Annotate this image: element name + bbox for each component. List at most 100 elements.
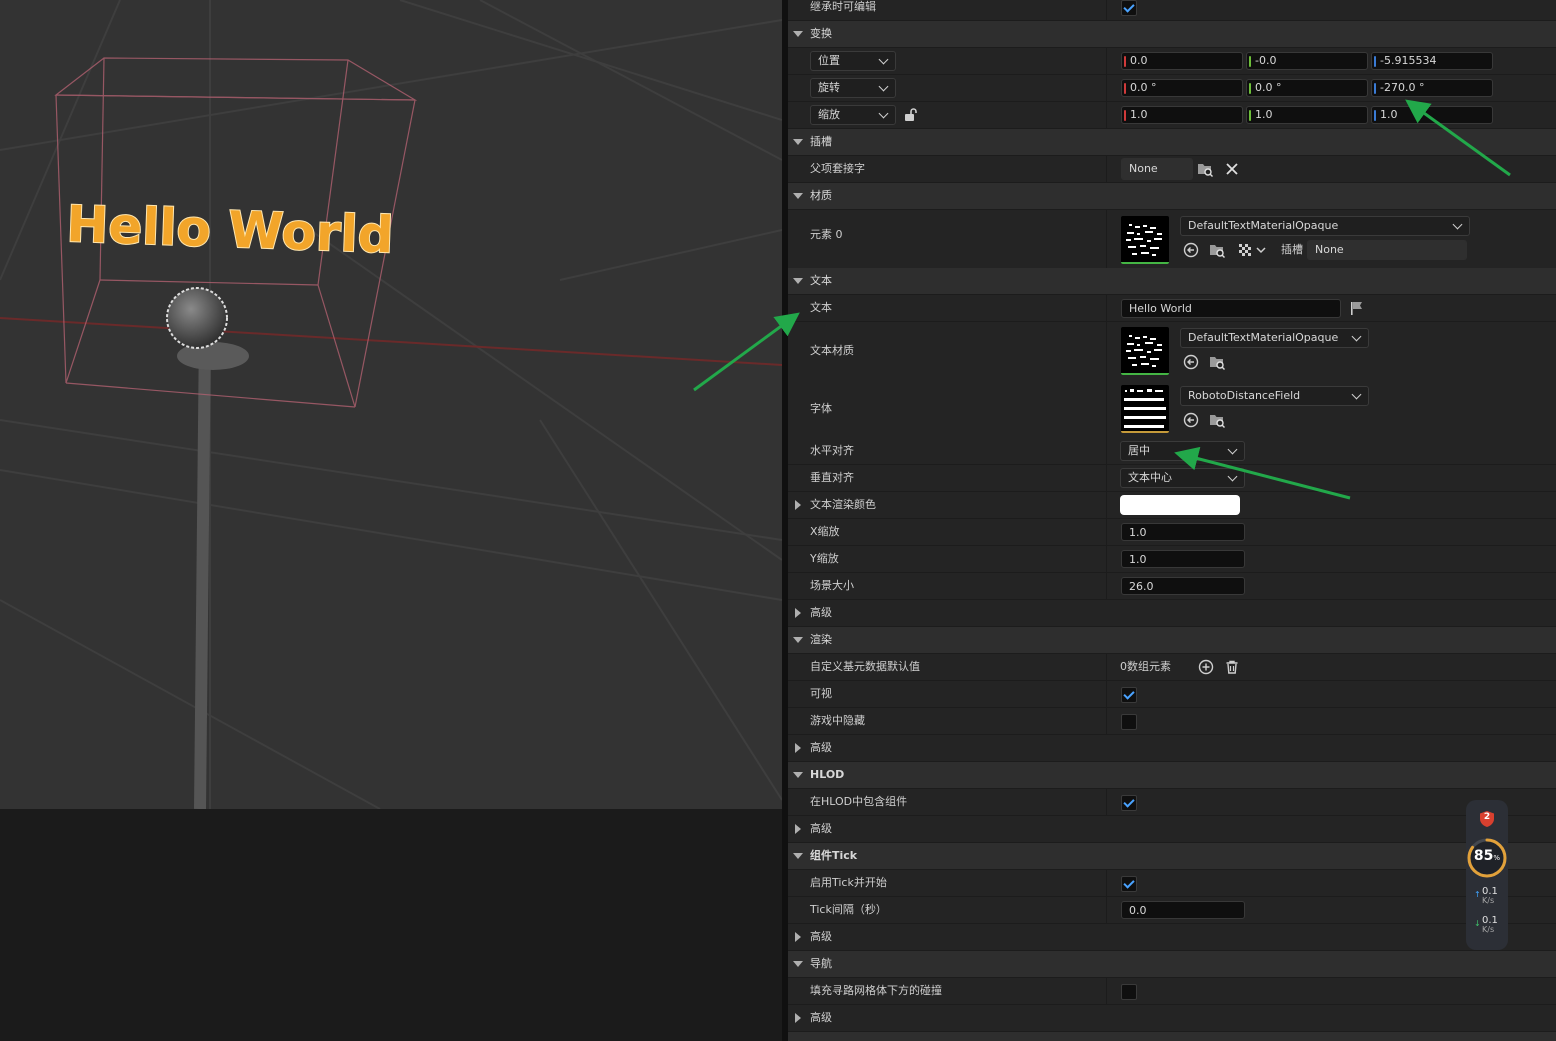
collapse-arrow-icon[interactable] [793,193,803,199]
scale-y-field[interactable]: 1.0 [1246,106,1368,124]
category-label: 插槽 [810,135,832,148]
browse-folder-icon[interactable] [1209,412,1225,428]
slot-name-field[interactable]: None [1307,240,1467,260]
advanced-section-hlod[interactable]: 高级 [788,816,1556,843]
prop-row-include-in-hlod: 在HLOD中包含组件 [788,789,1556,816]
text-value-input[interactable]: Hello World [1121,299,1341,318]
font-thumbnail[interactable] [1121,385,1169,433]
category-rendering[interactable]: 渲染 [788,627,1556,654]
prop-row-parent-socket: 父项套接字 None [788,156,1556,183]
y-scale-input[interactable]: 1.0 [1121,550,1245,568]
expand-arrow-icon[interactable] [795,932,801,942]
chevron-down-icon[interactable] [1256,242,1266,258]
collapse-arrow-icon[interactable] [793,961,803,967]
browse-folder-icon[interactable] [1209,242,1225,258]
category-next-partial[interactable] [788,1032,1556,1041]
location-mode-dropdown[interactable]: 位置 [810,51,896,71]
prop-row-editable-when-inherited: 继承时可编辑 [788,0,1556,21]
text-color-swatch[interactable] [1120,495,1240,515]
rotation-z-field[interactable]: -270.0 ° [1371,79,1493,97]
prop-row-visible: 可视 [788,681,1556,708]
chevron-down-icon [878,54,889,65]
delete-trash-icon[interactable] [1224,659,1240,675]
prop-row-tick-interval: Tick间隔（秒） 0.0 [788,897,1556,924]
collapse-arrow-icon[interactable] [793,637,803,643]
location-x-field[interactable]: 0.0 [1121,52,1243,70]
expand-arrow-icon[interactable] [795,500,801,510]
upload-arrow-icon: ↑ [1474,890,1481,899]
include-in-hlod-checkbox[interactable] [1121,795,1137,811]
advanced-section-navigation[interactable]: 高级 [788,1005,1556,1032]
prop-row-text-material: 文本材质 DefaultTextMaterialOpaque [788,322,1556,381]
use-selected-asset-icon[interactable] [1183,412,1199,428]
tick-interval-input[interactable]: 0.0 [1121,901,1245,919]
location-y-field[interactable]: -0.0 [1246,52,1368,70]
vertical-alignment-dropdown[interactable]: 文本中心 [1120,468,1245,488]
visible-checkbox[interactable] [1121,687,1137,703]
rotation-y-field[interactable]: 0.0 ° [1246,79,1368,97]
rotation-mode-dropdown[interactable]: 旋转 [810,78,896,98]
unlock-icon[interactable] [902,107,918,123]
location-z-field[interactable]: -5.915534 [1371,52,1493,70]
text-material-dropdown[interactable]: DefaultTextMaterialOpaque [1180,328,1369,348]
clear-x-icon[interactable] [1224,161,1240,177]
level-viewport[interactable]: Hello World [0,0,782,809]
category-materials[interactable]: 材质 [788,183,1556,210]
prop-row-text-render-color: 文本渲染颜色 [788,492,1556,519]
chevron-down-icon [878,81,889,92]
start-with-tick-checkbox[interactable] [1121,876,1137,892]
collapse-arrow-icon[interactable] [793,139,803,145]
category-hlod[interactable]: HLOD [788,762,1556,789]
expand-arrow-icon[interactable] [795,608,801,618]
advanced-section-rendering[interactable]: 高级 [788,735,1556,762]
viewport-scene: Hello World [0,0,782,809]
chevron-down-icon [1227,444,1238,455]
slot-label: 插槽 [1281,243,1303,256]
collapse-arrow-icon[interactable] [793,278,803,284]
expand-arrow-icon[interactable] [795,743,801,753]
world-size-input[interactable]: 26.0 [1121,577,1245,595]
x-scale-input[interactable]: 1.0 [1121,523,1245,541]
add-element-icon[interactable] [1198,659,1214,675]
array-element-count: 0数组元素 [1120,660,1171,673]
category-component-tick[interactable]: 组件Tick [788,843,1556,870]
category-text[interactable]: 文本 [788,268,1556,295]
expand-arrow-icon[interactable] [795,824,801,834]
scale-mode-dropdown[interactable]: 缩放 [810,105,896,125]
advanced-label: 高级 [810,930,832,943]
browse-folder-icon[interactable] [1209,354,1225,370]
category-label: 导航 [810,957,832,970]
prop-label: Y缩放 [810,552,839,565]
prop-row-text: 文本 Hello World [788,295,1556,322]
font-select-dropdown[interactable]: RobotoDistanceField [1180,386,1369,406]
material-select-dropdown[interactable]: DefaultTextMaterialOpaque [1180,216,1470,236]
hidden-in-game-checkbox[interactable] [1121,714,1137,730]
category-label: 变换 [810,27,832,40]
scale-x-field[interactable]: 1.0 [1121,106,1243,124]
category-sockets[interactable]: 插槽 [788,129,1556,156]
system-monitor-widget[interactable]: 2 85% ↑ 0.1 K/s ↓ 0.1 K/s [1466,800,1508,950]
category-navigation[interactable]: 导航 [788,951,1556,978]
horizontal-alignment-dropdown[interactable]: 居中 [1120,441,1245,461]
advanced-section-text[interactable]: 高级 [788,600,1556,627]
editable-when-inherited-checkbox[interactable] [1121,0,1137,16]
category-transform[interactable]: 变换 [788,21,1556,48]
collapse-arrow-icon[interactable] [793,772,803,778]
localization-flag-icon[interactable] [1349,300,1365,316]
parent-socket-field[interactable]: None [1121,158,1193,180]
advanced-section-tick[interactable]: 高级 [788,924,1556,951]
use-selected-asset-icon[interactable] [1183,242,1199,258]
scale-z-field[interactable]: 1.0 [1371,106,1493,124]
rotation-x-field[interactable]: 0.0 ° [1121,79,1243,97]
text-material-thumbnail[interactable] [1121,327,1169,375]
fill-collision-checkbox[interactable] [1121,984,1137,1000]
expand-arrow-icon[interactable] [795,1013,801,1023]
browse-folder-icon[interactable] [1197,161,1213,177]
collapse-arrow-icon[interactable] [793,853,803,859]
use-selected-asset-icon[interactable] [1183,354,1199,370]
material-thumbnail[interactable] [1121,216,1169,264]
prop-row-location: 位置 0.0 -0.0 -5.915534 [788,48,1556,75]
prop-label: 在HLOD中包含组件 [810,795,908,808]
collapse-arrow-icon[interactable] [793,31,803,37]
checker-texture-icon[interactable] [1237,242,1253,258]
